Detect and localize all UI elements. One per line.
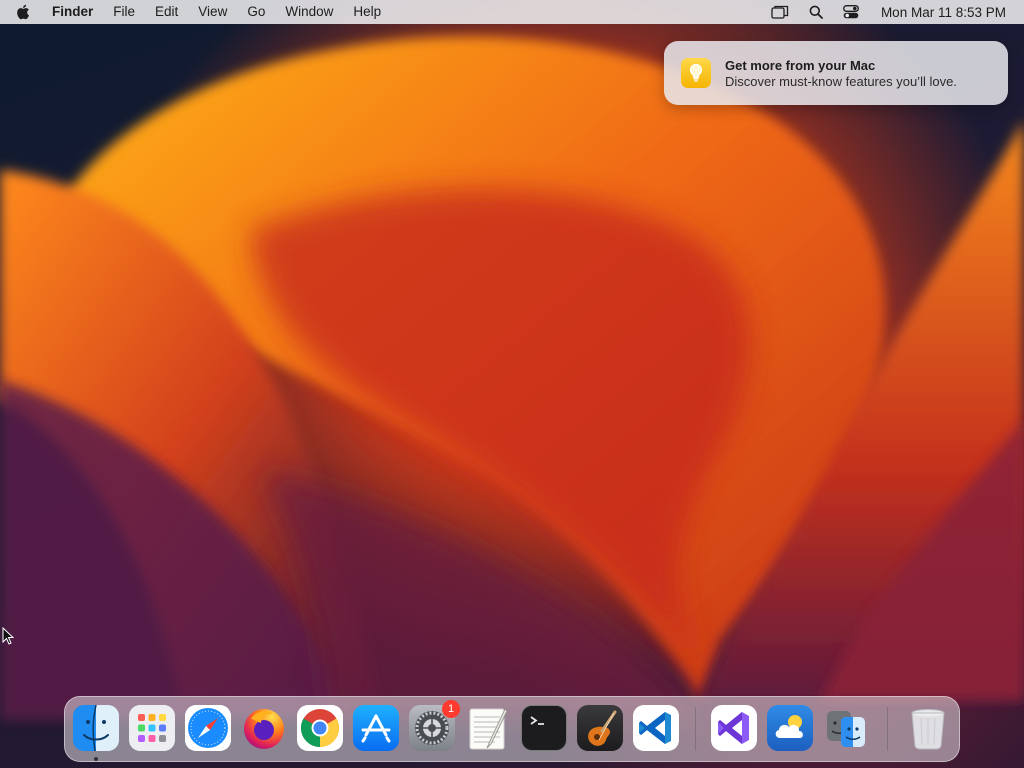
chrome-icon[interactable] (297, 705, 343, 751)
trash-icon[interactable] (905, 705, 951, 751)
notification-body: Discover must-know features you’ll love. (725, 73, 957, 89)
menu-help[interactable]: Help (343, 0, 391, 24)
spotlight-search-icon[interactable] (799, 0, 833, 24)
finder-icon[interactable] (73, 705, 119, 751)
menu-window[interactable]: Window (275, 0, 343, 24)
weather-icon[interactable] (767, 705, 813, 751)
control-center-icon[interactable] (833, 0, 869, 24)
dock-separator (887, 707, 888, 751)
dock-separator (695, 707, 696, 751)
apple-icon[interactable] (0, 4, 42, 20)
garageband-icon[interactable] (577, 705, 623, 751)
firefox-icon[interactable] (241, 705, 287, 751)
menu-bar: Finder File Edit View Go Window Help Mon… (0, 0, 1024, 24)
desktop-wallpaper (0, 0, 1024, 768)
mouse-pointer-icon (2, 626, 15, 650)
lightbulb-icon (681, 58, 711, 88)
notification-banner[interactable]: Get more from your Mac Discover must-kno… (664, 41, 1008, 105)
menu-go[interactable]: Go (237, 0, 275, 24)
menu-view[interactable]: View (188, 0, 237, 24)
textedit-icon[interactable] (465, 705, 511, 751)
safari-icon[interactable] (185, 705, 231, 751)
launchpad-icon[interactable] (129, 705, 175, 751)
notification-badge: 1 (442, 700, 460, 718)
finder-running-indicator (94, 757, 98, 761)
visual-studio-icon[interactable] (711, 705, 757, 751)
dock: 1 (64, 696, 960, 762)
migration-assistant-icon[interactable] (823, 705, 869, 751)
menu-app-name[interactable]: Finder (42, 0, 103, 24)
menu-bar-clock[interactable]: Mon Mar 11 8:53 PM (869, 5, 1006, 20)
notification-title: Get more from your Mac (725, 57, 876, 73)
terminal-icon[interactable] (521, 705, 567, 751)
screen-mirroring-icon[interactable] (761, 0, 799, 24)
app-store-icon[interactable] (353, 705, 399, 751)
vscode-icon[interactable] (633, 705, 679, 751)
menu-file[interactable]: File (103, 0, 145, 24)
menu-edit[interactable]: Edit (145, 0, 188, 24)
